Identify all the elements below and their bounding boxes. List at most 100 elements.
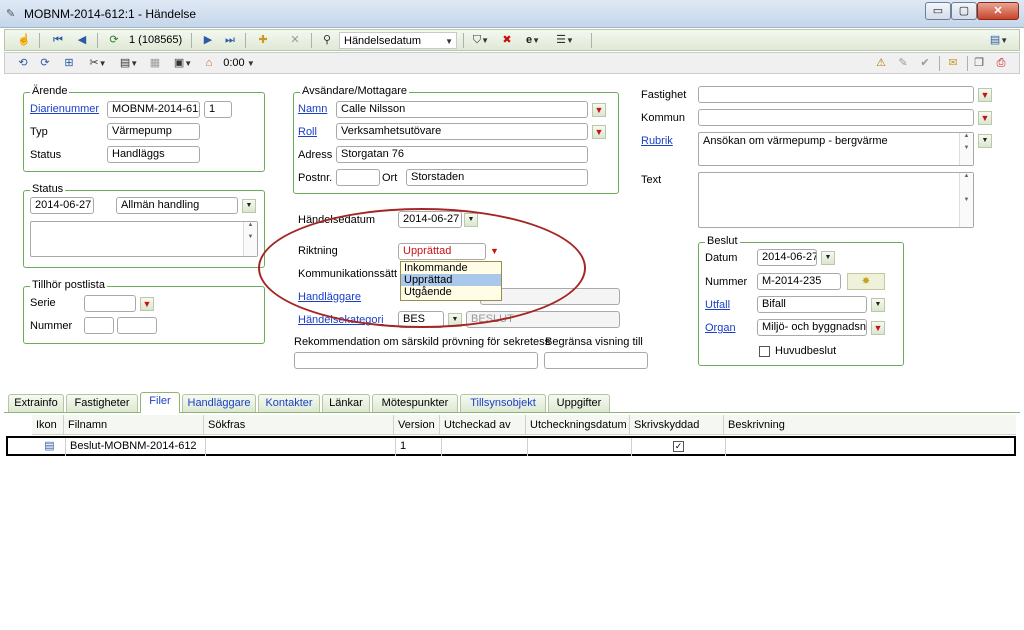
- begransa-field[interactable]: [544, 352, 648, 369]
- column-header-sokfras[interactable]: Sökfras: [204, 415, 394, 435]
- warning-icon[interactable]: ⚠: [873, 55, 889, 72]
- adress-field[interactable]: Storgatan 76: [336, 146, 588, 163]
- maximize-button[interactable]: ▢: [951, 2, 977, 20]
- namn-link[interactable]: Namn: [298, 102, 327, 116]
- time-dropdown[interactable]: 0:00 ▼: [221, 55, 257, 72]
- column-header-skrivskyddad[interactable]: Skrivskyddad: [630, 415, 724, 435]
- tab-filer[interactable]: Filer: [140, 392, 180, 413]
- status-value-field[interactable]: Allmän handling: [116, 197, 238, 214]
- last-record-icon[interactable]: ⏭: [223, 32, 237, 49]
- beslut-datum-field[interactable]: 2014-06-27: [757, 249, 817, 266]
- typ-field[interactable]: Värmepump: [107, 123, 200, 140]
- copy-icon[interactable]: ❐: [971, 55, 987, 72]
- diarienummer-seq-field[interactable]: 1: [204, 101, 232, 118]
- tools-icon[interactable]: ✂▼: [85, 55, 111, 72]
- riktning-dropdown-arrow[interactable]: ▼: [490, 246, 499, 256]
- skrivskyddad-checkbox[interactable]: ✓: [673, 440, 684, 452]
- nummer-field-2[interactable]: [117, 317, 157, 334]
- cell-filnamn[interactable]: Beslut-MOBNM-2014-612: [66, 438, 206, 456]
- tab-handlaggare[interactable]: Handläggare: [182, 394, 256, 412]
- table-row[interactable]: ▤ Beslut-MOBNM-2014-612 1 ✓: [6, 436, 1016, 456]
- roll-dropdown-button[interactable]: ▼: [592, 125, 606, 139]
- filter-icon[interactable]: ⛉▼: [469, 32, 493, 49]
- organ-dropdown-button[interactable]: ▼: [871, 321, 885, 335]
- organ-field[interactable]: Miljö- och byggnadsnär: [757, 319, 867, 336]
- text-textarea[interactable]: ▲ ▼: [698, 172, 974, 228]
- column-header-utcheckningsdatum[interactable]: Utcheckningsdatum: [526, 415, 630, 435]
- minimize-button[interactable]: ▭: [925, 2, 951, 20]
- rubrik-dropdown-button[interactable]: ▼: [978, 134, 992, 148]
- attach-icon[interactable]: ✉: [945, 55, 961, 72]
- home-icon[interactable]: ⌂: [201, 55, 217, 72]
- huvudbeslut-checkbox[interactable]: [759, 345, 770, 357]
- generate-number-icon[interactable]: ✸: [847, 273, 885, 290]
- column-header-version[interactable]: Version: [394, 415, 440, 435]
- postnr-field[interactable]: [336, 169, 380, 186]
- cell-utcheckad-av[interactable]: [442, 438, 528, 456]
- approve-icon[interactable]: ✔: [917, 55, 933, 72]
- column-header-utcheckad-av[interactable]: Utcheckad av: [440, 415, 526, 435]
- kommun-field[interactable]: [698, 109, 974, 126]
- riktning-option-upprattad[interactable]: Upprättad: [401, 274, 501, 286]
- next-record-icon[interactable]: ▶: [201, 32, 215, 49]
- edit-icon[interactable]: ✎: [895, 55, 911, 72]
- column-header-beskrivning[interactable]: Beskrivning: [724, 415, 1016, 435]
- handlaggare-link[interactable]: Handläggare: [298, 290, 361, 304]
- scrollbar[interactable]: ▲ ▼: [243, 222, 257, 256]
- utfall-link[interactable]: Utfall: [705, 298, 730, 312]
- rekommendation-field[interactable]: [294, 352, 538, 369]
- handelsekategori-dropdown-button[interactable]: ▼: [448, 313, 462, 327]
- list-view-icon[interactable]: ☰▼: [551, 32, 579, 49]
- beslut-datum-dropdown-button[interactable]: ▼: [821, 251, 835, 265]
- edit-mode-icon[interactable]: e▼: [521, 32, 545, 49]
- column-header-ikon[interactable]: Ikon: [32, 415, 64, 435]
- roll-field[interactable]: Verksamhetsutövare: [336, 123, 588, 140]
- tab-uppgifter[interactable]: Uppgifter: [548, 394, 610, 412]
- select-pointer-icon[interactable]: ☝: [15, 32, 33, 49]
- fastighet-field[interactable]: [698, 86, 974, 103]
- roll-link[interactable]: Roll: [298, 125, 317, 139]
- riktning-option-inkommande[interactable]: Inkommande: [401, 262, 501, 274]
- status-date-field[interactable]: 2014-06-27: [30, 197, 94, 214]
- tab-fastigheter[interactable]: Fastigheter: [66, 394, 138, 412]
- delete-record-icon[interactable]: ✕: [287, 32, 303, 49]
- cell-version[interactable]: 1: [396, 438, 442, 456]
- cell-sokfras[interactable]: [206, 438, 396, 456]
- kommun-dropdown-button[interactable]: ▼: [978, 111, 992, 125]
- window-menu-icon[interactable]: ▤▼: [985, 32, 1013, 49]
- serie-dropdown-button[interactable]: ▼: [140, 297, 154, 311]
- riktning-field[interactable]: Upprättad: [398, 243, 486, 260]
- ort-field[interactable]: Storstaden: [406, 169, 588, 186]
- rubrik-link[interactable]: Rubrik: [641, 134, 673, 148]
- refresh-record-icon[interactable]: ⟳: [107, 32, 121, 49]
- forward-icon[interactable]: ⟳: [37, 55, 53, 72]
- status-dropdown-button[interactable]: ▼: [242, 199, 256, 213]
- handelsedatum-dropdown-button[interactable]: ▼: [464, 213, 478, 227]
- handelsekategori-link[interactable]: Händelsekategori: [298, 313, 384, 327]
- search-field-select[interactable]: Händelsedatum ▼: [339, 32, 457, 49]
- column-header-filnamn[interactable]: Filnamn: [64, 415, 204, 435]
- pdf-icon[interactable]: ⎙: [993, 55, 1009, 72]
- first-record-icon[interactable]: ⏮: [51, 32, 65, 49]
- image-icon[interactable]: ▣▼: [169, 55, 197, 72]
- previous-record-icon[interactable]: ◀: [75, 32, 89, 49]
- tab-motespunkter[interactable]: Mötespunkter: [372, 394, 458, 412]
- scrollbar[interactable]: ▲ ▼: [959, 173, 973, 227]
- namn-dropdown-button[interactable]: ▼: [592, 103, 606, 117]
- serie-field[interactable]: [84, 295, 136, 312]
- cell-skrivskyddad[interactable]: ✓: [632, 438, 726, 456]
- back-icon[interactable]: ⟲: [15, 55, 31, 72]
- status-field[interactable]: Handläggs: [107, 146, 200, 163]
- tab-kontakter[interactable]: Kontakter: [258, 394, 320, 412]
- riktning-option-utgaende[interactable]: Utgående: [401, 286, 501, 298]
- beslut-nummer-field[interactable]: M-2014-235: [757, 273, 841, 290]
- utfall-dropdown-button[interactable]: ▼: [871, 298, 885, 312]
- diarienummer-link[interactable]: Diarienummer: [30, 102, 99, 116]
- fastighet-dropdown-button[interactable]: ▼: [978, 88, 992, 102]
- rubrik-textarea[interactable]: Ansökan om värmepump - bergvärme ▲ ▼: [698, 132, 974, 166]
- structure-icon[interactable]: ⊞: [61, 55, 77, 72]
- diarienummer-field[interactable]: MOBNM-2014-612: [107, 101, 200, 118]
- cell-utcheckningsdatum[interactable]: [528, 438, 632, 456]
- cell-beskrivning[interactable]: [726, 438, 1014, 456]
- organ-link[interactable]: Organ: [705, 321, 736, 335]
